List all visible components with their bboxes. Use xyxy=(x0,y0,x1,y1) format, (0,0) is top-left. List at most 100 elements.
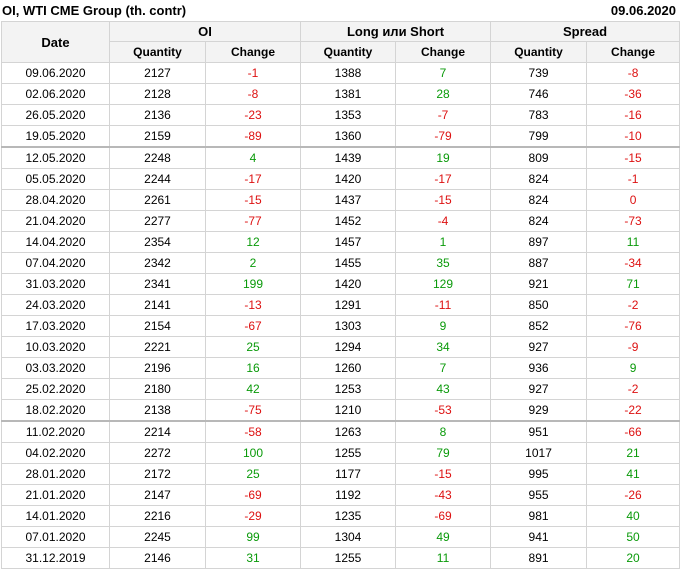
long-short-change-cell: 129 xyxy=(395,273,492,295)
spread-quantity-cell: 927 xyxy=(490,336,588,358)
table-row: 07.01.2020 2245 99 1304 49 941 50 xyxy=(1,526,680,548)
date-cell: 24.03.2020 xyxy=(1,294,110,316)
spread-quantity-cell: 739 xyxy=(490,62,588,84)
spread-quantity-cell: 783 xyxy=(490,104,588,126)
oi-quantity-cell: 2341 xyxy=(109,273,206,295)
oi-change-cell: 31 xyxy=(204,547,302,569)
long-short-change-cell: 8 xyxy=(395,420,492,443)
oi-change-cell: 100 xyxy=(204,442,302,464)
date-cell: 05.05.2020 xyxy=(1,168,110,190)
table-row: 10.03.2020 2221 25 1294 34 927 -9 xyxy=(1,336,680,358)
spread-change-header: Change xyxy=(586,41,680,63)
spread-change-cell: 0 xyxy=(586,189,680,211)
table-row: 14.01.2020 2216 -29 1235 -69 981 40 xyxy=(1,505,680,527)
report-title: OI, WTI CME Group (th. contr) xyxy=(2,3,187,18)
oi-quantity-cell: 2136 xyxy=(109,104,206,126)
long-short-quantity-header: Quantity xyxy=(300,41,397,63)
table-row: 05.05.2020 2244 -17 1420 -17 824 -1 xyxy=(1,168,680,190)
spread-change-cell: 71 xyxy=(586,273,680,295)
table-row: 31.12.2019 2146 31 1255 11 891 20 xyxy=(1,547,680,569)
long-short-change-cell: -15 xyxy=(395,463,492,485)
date-column-header: Date xyxy=(1,21,110,63)
table-row: 07.04.2020 2342 2 1455 35 887 -34 xyxy=(1,252,680,274)
table-row: 11.02.2020 2214 -58 1263 8 951 -66 xyxy=(1,420,680,443)
spread-quantity-cell: 921 xyxy=(490,273,588,295)
oi-change-cell: 2 xyxy=(204,252,302,274)
spread-quantity-cell: 929 xyxy=(490,399,588,422)
oi-change-cell: -13 xyxy=(204,294,302,316)
long-short-quantity-cell: 1437 xyxy=(300,189,397,211)
spread-change-cell: 21 xyxy=(586,442,680,464)
oi-change-cell: -1 xyxy=(204,62,302,84)
report-date: 09.06.2020 xyxy=(610,3,676,18)
long-short-quantity-cell: 1303 xyxy=(300,315,397,337)
oi-quantity-cell: 2277 xyxy=(109,210,206,232)
date-cell: 21.04.2020 xyxy=(1,210,110,232)
long-short-quantity-cell: 1177 xyxy=(300,463,397,485)
date-cell: 14.01.2020 xyxy=(1,505,110,527)
table-row: 17.03.2020 2154 -67 1303 9 852 -76 xyxy=(1,315,680,337)
long-short-quantity-cell: 1360 xyxy=(300,125,397,148)
oi-quantity-cell: 2342 xyxy=(109,252,206,274)
oi-quantity-cell: 2196 xyxy=(109,357,206,379)
spread-quantity-cell: 995 xyxy=(490,463,588,485)
date-cell: 31.12.2019 xyxy=(1,547,110,569)
oi-quantity-cell: 2180 xyxy=(109,378,206,400)
oi-change-cell: -69 xyxy=(204,484,302,506)
long-short-quantity-cell: 1381 xyxy=(300,83,397,105)
title-bar: OI, WTI CME Group (th. contr) 09.06.2020 xyxy=(0,0,680,22)
long-short-quantity-cell: 1439 xyxy=(300,146,397,169)
spread-change-cell: -15 xyxy=(586,146,680,169)
date-cell: 31.03.2020 xyxy=(1,273,110,295)
long-short-quantity-cell: 1253 xyxy=(300,378,397,400)
table-row: 19.05.2020 2159 -89 1360 -79 799 -10 xyxy=(1,125,680,148)
oi-quantity-cell: 2248 xyxy=(109,146,206,169)
spread-change-cell: -34 xyxy=(586,252,680,274)
long-short-group-header: Long или Short xyxy=(300,21,492,42)
table-row: 31.03.2020 2341 199 1420 129 921 71 xyxy=(1,273,680,295)
oi-quantity-cell: 2154 xyxy=(109,315,206,337)
oi-change-cell: -29 xyxy=(204,505,302,527)
oi-quantity-cell: 2261 xyxy=(109,189,206,211)
date-cell: 02.06.2020 xyxy=(1,83,110,105)
long-short-quantity-cell: 1210 xyxy=(300,399,397,422)
oi-change-cell: 16 xyxy=(204,357,302,379)
spread-change-cell: -2 xyxy=(586,294,680,316)
spread-quantity-cell: 824 xyxy=(490,168,588,190)
oi-change-cell: -8 xyxy=(204,83,302,105)
oi-quantity-cell: 2244 xyxy=(109,168,206,190)
date-cell: 10.03.2020 xyxy=(1,336,110,358)
spread-quantity-cell: 1017 xyxy=(490,442,588,464)
oi-change-cell: -77 xyxy=(204,210,302,232)
long-short-change-cell: 19 xyxy=(395,146,492,169)
oi-quantity-cell: 2214 xyxy=(109,420,206,443)
spread-change-cell: -2 xyxy=(586,378,680,400)
spread-change-cell: 11 xyxy=(586,231,680,253)
long-short-change-cell: -7 xyxy=(395,104,492,126)
oi-quantity-cell: 2141 xyxy=(109,294,206,316)
long-short-change-cell: 7 xyxy=(395,357,492,379)
spread-change-cell: -66 xyxy=(586,420,680,443)
long-short-change-cell: 1 xyxy=(395,231,492,253)
long-short-change-cell: -17 xyxy=(395,168,492,190)
oi-change-cell: 199 xyxy=(204,273,302,295)
table-row: 18.02.2020 2138 -75 1210 -53 929 -22 xyxy=(1,399,680,422)
spread-change-cell: 20 xyxy=(586,547,680,569)
date-cell: 03.03.2020 xyxy=(1,357,110,379)
spread-change-cell: -36 xyxy=(586,83,680,105)
spread-change-cell: -16 xyxy=(586,104,680,126)
long-short-change-cell: 9 xyxy=(395,315,492,337)
table-row: 26.05.2020 2136 -23 1353 -7 783 -16 xyxy=(1,104,680,126)
oi-change-cell: -67 xyxy=(204,315,302,337)
table-row: 25.02.2020 2180 42 1253 43 927 -2 xyxy=(1,378,680,400)
long-short-quantity-cell: 1263 xyxy=(300,420,397,443)
oi-change-cell: 12 xyxy=(204,231,302,253)
table-row: 21.01.2020 2147 -69 1192 -43 955 -26 xyxy=(1,484,680,506)
long-short-change-cell: 49 xyxy=(395,526,492,548)
long-short-change-cell: -69 xyxy=(395,505,492,527)
date-cell: 07.04.2020 xyxy=(1,252,110,274)
spread-change-cell: 9 xyxy=(586,357,680,379)
spread-change-cell: -73 xyxy=(586,210,680,232)
oi-quantity-cell: 2159 xyxy=(109,125,206,148)
long-short-change-cell: 28 xyxy=(395,83,492,105)
